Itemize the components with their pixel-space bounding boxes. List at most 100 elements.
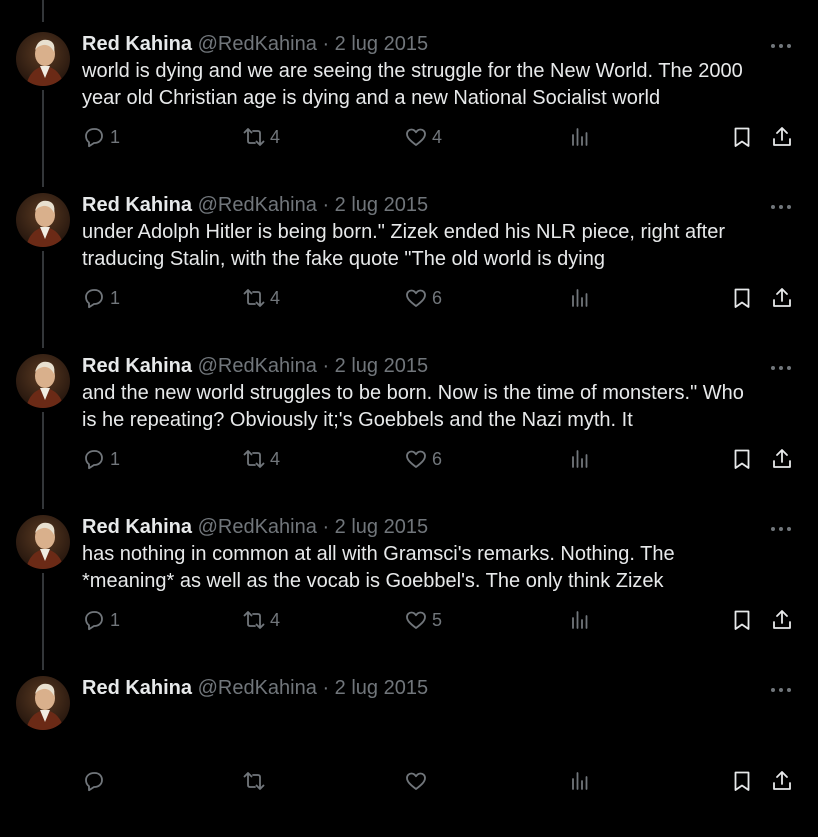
tweet-text: under Adolph Hitler is being born." Zize… [82, 219, 798, 273]
tweet-header: Red Kahina @RedKahina · 2 lug 2015 [82, 193, 428, 217]
bookmark-icon [734, 127, 750, 147]
views-chart-icon [572, 450, 588, 468]
author-name[interactable]: Red Kahina [82, 355, 192, 377]
header-separator: · [322, 677, 330, 699]
avatar-portrait-image [26, 39, 64, 86]
tweet-text-line: and the new world struggles to be born. … [82, 382, 744, 404]
bookmark-button[interactable] [730, 446, 754, 472]
reply-count: 1 [110, 287, 121, 308]
more-button[interactable] [768, 199, 794, 215]
avatar[interactable] [16, 354, 70, 408]
tweet[interactable]: Red Kahina @RedKahina · 2 lug 2015 has n… [0, 515, 818, 676]
share-button[interactable] [770, 768, 794, 794]
views-chart-icon [572, 772, 588, 790]
thread-connector [42, 0, 44, 22]
reply-button[interactable]: 1 [82, 124, 120, 150]
retweet-icon [243, 611, 265, 629]
author-handle[interactable]: @RedKahina [198, 33, 317, 55]
tweet-date[interactable]: 2 lug 2015 [335, 677, 428, 699]
bookmark-button[interactable] [730, 285, 754, 311]
heart-icon [406, 772, 426, 790]
retweet-icon [243, 450, 265, 468]
retweet-button[interactable] [242, 768, 270, 794]
tweet[interactable]: Red Kahina @RedKahina · 2 lug 2015 [0, 676, 818, 837]
tweet-actions: 1 4 6 [0, 446, 818, 472]
tweet-date[interactable]: 2 lug 2015 [335, 355, 428, 377]
author-handle[interactable]: @RedKahina [198, 677, 317, 699]
retweet-button[interactable]: 4 [242, 285, 280, 311]
heart-icon [406, 128, 426, 146]
more-button[interactable] [768, 521, 794, 537]
author-name[interactable]: Red Kahina [82, 33, 192, 55]
views-chart-icon [572, 289, 588, 307]
views-button[interactable] [568, 124, 592, 150]
retweet-count: 4 [270, 126, 281, 147]
share-button[interactable] [770, 607, 794, 633]
views-button[interactable] [568, 607, 592, 633]
bookmark-button[interactable] [730, 768, 754, 794]
retweet-icon [243, 772, 265, 790]
views-button[interactable] [568, 768, 592, 794]
author-handle[interactable]: @RedKahina [198, 194, 317, 216]
avatar[interactable] [16, 193, 70, 247]
like-button[interactable]: 4 [404, 124, 442, 150]
reply-icon [85, 128, 103, 148]
views-button[interactable] [568, 446, 592, 472]
tweet-actions: 1 4 4 [0, 124, 818, 150]
avatar[interactable] [16, 32, 70, 86]
views-chart-icon [572, 611, 588, 629]
tweet-text-line: traducing Stalin, with the fake quote "T… [82, 248, 605, 270]
author-name[interactable]: Red Kahina [82, 194, 192, 216]
more-button[interactable] [768, 360, 794, 376]
share-icon [773, 288, 791, 307]
author-handle[interactable]: @RedKahina [198, 355, 317, 377]
retweet-count: 4 [270, 609, 281, 630]
tweet-date[interactable]: 2 lug 2015 [335, 516, 428, 538]
more-button[interactable] [768, 38, 794, 54]
tweet-header: Red Kahina @RedKahina · 2 lug 2015 [82, 354, 428, 378]
reply-button[interactable]: 1 [82, 285, 120, 311]
tweet-text-line: is he repeating? Obviously it;'s Goebbel… [82, 409, 633, 431]
share-icon [773, 449, 791, 468]
avatar[interactable] [16, 676, 70, 730]
tweet-date[interactable]: 2 lug 2015 [335, 194, 428, 216]
retweet-count: 4 [270, 448, 281, 469]
reply-count: 1 [110, 126, 121, 147]
bookmark-button[interactable] [730, 124, 754, 150]
more-button[interactable] [768, 682, 794, 698]
retweet-icon [243, 128, 265, 146]
like-button[interactable]: 6 [404, 446, 442, 472]
bookmark-button[interactable] [730, 607, 754, 633]
like-button[interactable]: 5 [404, 607, 442, 633]
reply-button[interactable]: 1 [82, 607, 120, 633]
tweet[interactable]: Red Kahina @RedKahina · 2 lug 2015 and t… [0, 354, 818, 515]
avatar[interactable] [16, 515, 70, 569]
tweet[interactable]: Red Kahina @RedKahina · 2 lug 2015 world… [0, 32, 818, 193]
author-name[interactable]: Red Kahina [82, 516, 192, 538]
more-dots-icon [771, 527, 791, 531]
like-count: 6 [432, 287, 443, 308]
tweet-header: Red Kahina @RedKahina · 2 lug 2015 [82, 676, 428, 700]
retweet-count: 4 [270, 287, 281, 308]
author-handle[interactable]: @RedKahina [198, 516, 317, 538]
header-separator: · [322, 194, 330, 216]
reply-button[interactable]: 1 [82, 446, 120, 472]
avatar-portrait-image [26, 522, 64, 569]
like-button[interactable]: 6 [404, 285, 442, 311]
retweet-button[interactable]: 4 [242, 124, 280, 150]
share-button[interactable] [770, 124, 794, 150]
reply-icon [85, 772, 103, 792]
like-button[interactable] [404, 768, 432, 794]
author-name[interactable]: Red Kahina [82, 677, 192, 699]
tweet[interactable]: Red Kahina @RedKahina · 2 lug 2015 under… [0, 193, 818, 354]
retweet-button[interactable]: 4 [242, 446, 280, 472]
tweet-header: Red Kahina @RedKahina · 2 lug 2015 [82, 515, 428, 539]
share-button[interactable] [770, 446, 794, 472]
tweet-text: and the new world struggles to be born. … [82, 380, 798, 434]
tweet-date[interactable]: 2 lug 2015 [335, 33, 428, 55]
reply-button[interactable] [82, 768, 110, 794]
views-button[interactable] [568, 285, 592, 311]
avatar-portrait-image [26, 200, 64, 247]
share-button[interactable] [770, 285, 794, 311]
retweet-button[interactable]: 4 [242, 607, 280, 633]
